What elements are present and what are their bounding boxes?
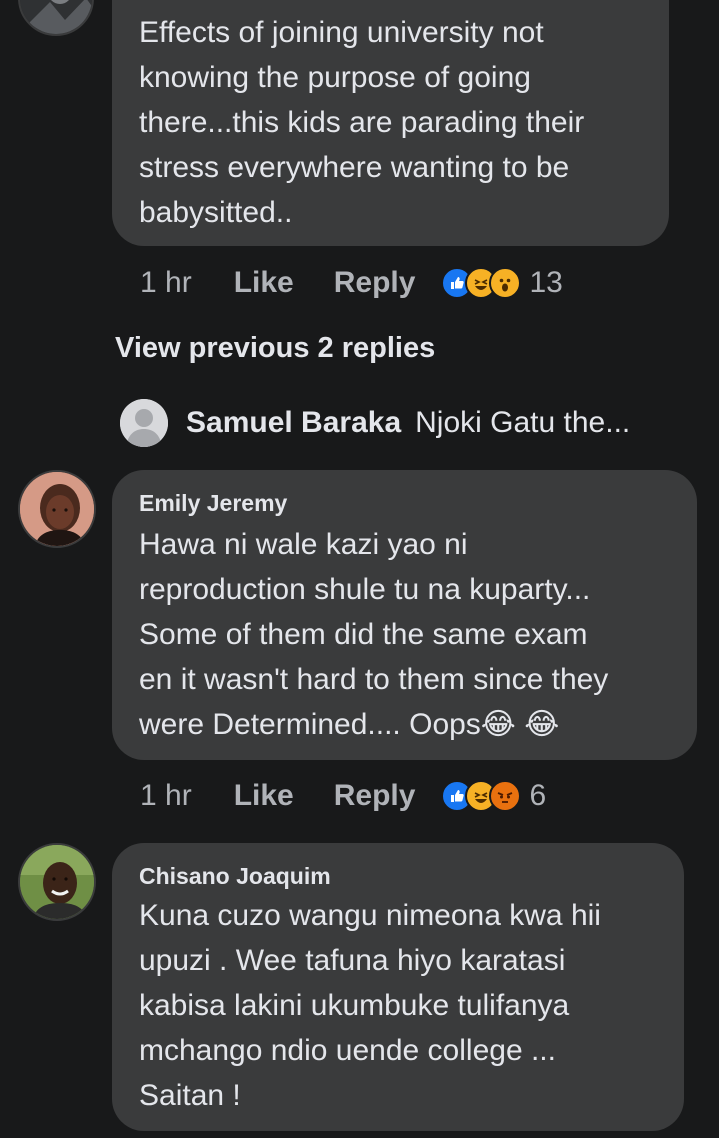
comment-text: Hawa ni wale kazi yao ni reproduction sh…	[139, 522, 608, 747]
reaction-summary[interactable]: 13	[441, 266, 563, 300]
comment-line: kabisa lakini ukumbuke tulifanya	[139, 989, 570, 1022]
reply-button[interactable]: Reply	[334, 779, 416, 813]
comment-line: upuzi . Wee tafuna hiyo karatasi	[139, 944, 566, 977]
angry-reaction-icon	[489, 780, 522, 812]
default-avatar-icon	[120, 399, 168, 447]
commenter-avatar[interactable]	[18, 470, 96, 548]
comment-author[interactable]: Emily Jeremy	[139, 490, 287, 517]
comment-line: Hawa ni wale kazi yao ni	[139, 528, 468, 561]
reaction-count: 6	[529, 779, 547, 812]
comment-timestamp[interactable]: 1 hr	[140, 266, 192, 300]
comment-line: mchango ndio uende college ...	[139, 1034, 556, 1067]
comments-thread: Effects of joining university not knowin…	[0, 0, 719, 1138]
comment-line: reproduction shule tu na kuparty...	[139, 573, 591, 606]
comment-actions: 1 hr Like Reply 13	[140, 263, 563, 303]
like-button[interactable]: Like	[234, 266, 294, 300]
reaction-count: 13	[529, 266, 563, 299]
avatar-photo-icon	[20, 845, 94, 919]
avatar-photo-icon	[20, 0, 92, 34]
reaction-summary[interactable]: 6	[441, 779, 546, 813]
view-previous-replies-link[interactable]: View previous 2 replies	[115, 332, 435, 365]
comment-text: Effects of joining university not knowin…	[139, 10, 584, 235]
comment-text: Kuna cuzo wangu nimeona kwa hii upuzi . …	[139, 893, 601, 1118]
reply-snippet: Njoki Gatu the...	[415, 406, 631, 439]
like-button[interactable]: Like	[234, 779, 294, 813]
comment-actions: 1 hr Like Reply 6	[140, 776, 546, 816]
comment-line: babysitted..	[139, 196, 293, 229]
comment-bubble[interactable]: Chisano Joaquim Kuna cuzo wangu nimeona …	[112, 843, 684, 1131]
comment-bubble[interactable]: Effects of joining university not knowin…	[112, 0, 669, 246]
comment-line: were Determined.... Oops😂 😂	[139, 708, 560, 741]
comment-line: knowing the purpose of going	[139, 61, 531, 94]
comment-author[interactable]: Chisano Joaquim	[139, 863, 331, 890]
comment-line: Some of them did the same exam	[139, 618, 588, 651]
comment-line: Saitan !	[139, 1079, 241, 1112]
commenter-avatar[interactable]	[18, 0, 94, 36]
comment-line: Kuna cuzo wangu nimeona kwa hii	[139, 899, 601, 932]
comment-line: Effects of joining university not	[139, 16, 544, 49]
comment-line: stress everywhere wanting to be	[139, 151, 570, 184]
collapsed-reply[interactable]: Samuel Baraka Njoki Gatu the...	[120, 398, 630, 448]
avatar-photo-icon	[20, 472, 94, 546]
reply-button[interactable]: Reply	[334, 266, 416, 300]
comment-bubble[interactable]: Emily Jeremy Hawa ni wale kazi yao ni re…	[112, 470, 697, 760]
comment-line: en it wasn't hard to them since they	[139, 663, 609, 696]
wow-reaction-icon	[489, 267, 522, 299]
comment-timestamp[interactable]: 1 hr	[140, 779, 192, 813]
reply-author[interactable]: Samuel Baraka	[186, 406, 401, 440]
comment-line: there...this kids are parading their	[139, 106, 585, 139]
commenter-avatar[interactable]	[18, 843, 96, 921]
